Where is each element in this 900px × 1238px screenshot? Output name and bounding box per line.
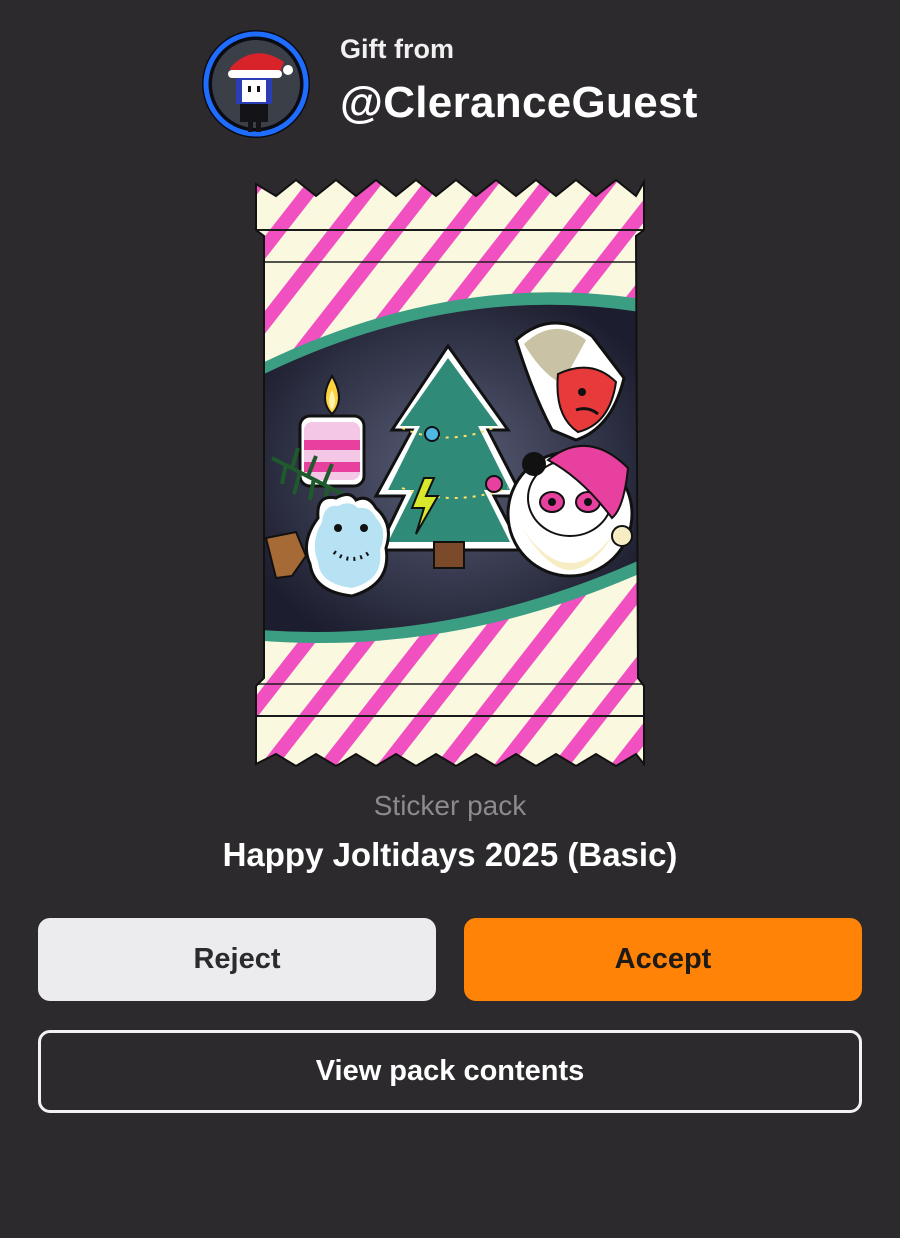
accept-button[interactable]: Accept [464, 918, 862, 1001]
sticker-pack-image[interactable] [252, 178, 648, 768]
gift-header: Gift from @CleranceGuest [0, 0, 900, 150]
reject-button[interactable]: Reject [38, 918, 436, 1001]
pack-type-label: Sticker pack [373, 790, 527, 821]
sender-username[interactable]: @CleranceGuest [340, 78, 698, 128]
pack-name: Happy Joltidays 2025 (Basic) [222, 836, 678, 873]
gift-from-label: Gift from [340, 34, 454, 64]
sender-avatar[interactable] [200, 28, 312, 140]
view-pack-contents-button[interactable]: View pack contents [38, 1030, 862, 1113]
